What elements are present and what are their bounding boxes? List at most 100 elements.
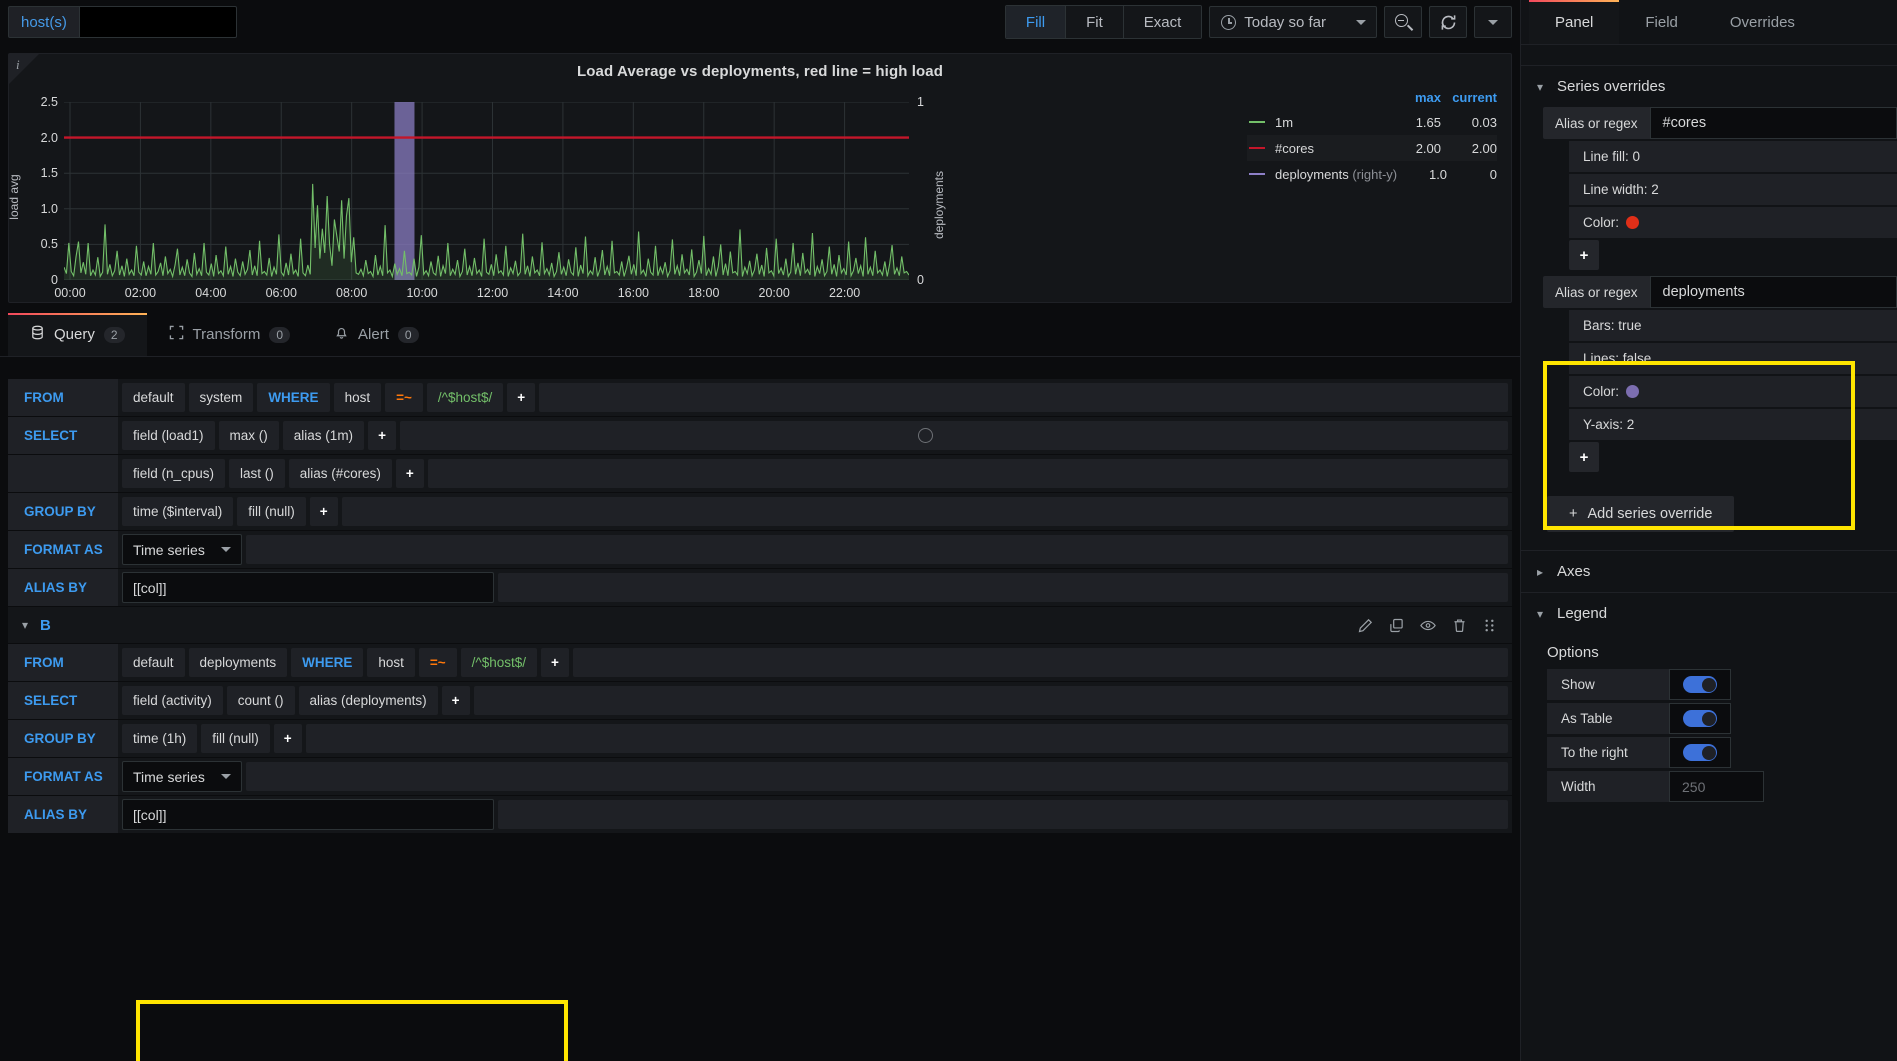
- fit-button[interactable]: Fit: [1066, 6, 1124, 38]
- query-segment[interactable]: /^$host$/: [460, 648, 538, 677]
- query-segment[interactable]: fill (null): [237, 497, 306, 526]
- toggle-to-the-right[interactable]: [1683, 744, 1717, 761]
- add-segment-button[interactable]: +: [309, 497, 338, 526]
- query-segment[interactable]: alias (1m): [282, 421, 365, 450]
- query-segment[interactable]: max (): [218, 421, 279, 450]
- legend-color-swatch[interactable]: [1249, 147, 1265, 149]
- toggle-show[interactable]: [1683, 676, 1717, 693]
- color-swatch-icon[interactable]: [1626, 385, 1640, 398]
- legend-color-swatch[interactable]: [1249, 121, 1265, 123]
- alias-by-label: ALIAS BY: [8, 569, 118, 606]
- format-as-select[interactable]: Time series: [122, 761, 242, 792]
- query-segment[interactable]: /^$host$/: [426, 383, 504, 412]
- section-legend[interactable]: ▾ Legend: [1521, 592, 1897, 634]
- override-option[interactable]: Lines: false: [1569, 343, 1897, 374]
- trash-icon[interactable]: [1452, 618, 1467, 633]
- query-row-fields: field (load1) max () alias (1m) +: [118, 417, 1512, 454]
- tab-panel[interactable]: Panel: [1529, 0, 1620, 44]
- query-segment[interactable]: alias (deployments): [298, 686, 438, 715]
- override-option-label: Bars: true: [1583, 318, 1642, 333]
- add-segment-button[interactable]: +: [273, 724, 302, 753]
- fill-button[interactable]: Fill: [1005, 6, 1067, 38]
- tab-transform[interactable]: Transform 0: [147, 313, 312, 356]
- add-segment-button[interactable]: +: [507, 383, 536, 412]
- variable-value-input[interactable]: [78, 6, 237, 38]
- override-option[interactable]: Color:: [1569, 207, 1897, 238]
- legend-row[interactable]: deployments (right-y) 1.0 0: [1247, 161, 1497, 187]
- override-option[interactable]: Bars: true: [1569, 310, 1897, 341]
- add-segment-button[interactable]: +: [541, 648, 569, 677]
- color-swatch-icon[interactable]: [1626, 216, 1640, 229]
- toggle-as-table[interactable]: [1683, 710, 1717, 727]
- override-option-label: Y-axis: 2: [1583, 417, 1635, 432]
- override-option[interactable]: Line fill: 0: [1569, 141, 1897, 172]
- add-segment-button[interactable]: +: [368, 421, 396, 450]
- add-segment-button[interactable]: +: [441, 686, 470, 715]
- query-segment[interactable]: =~: [385, 383, 423, 412]
- alias-by-input[interactable]: [[col]]: [122, 572, 494, 603]
- add-segment-button[interactable]: +: [395, 459, 424, 488]
- query-segment[interactable]: time ($interval): [122, 497, 234, 526]
- section-series-overrides[interactable]: ▾ Series overrides: [1521, 65, 1897, 107]
- query-segment[interactable]: time (1h): [122, 724, 198, 753]
- query-segment[interactable]: WHERE: [257, 383, 330, 412]
- query-segment[interactable]: host: [367, 648, 415, 677]
- info-icon[interactable]: i: [16, 57, 20, 73]
- refresh-button[interactable]: [1429, 6, 1467, 38]
- override-option[interactable]: Color:: [1569, 376, 1897, 407]
- duplicate-icon[interactable]: [1389, 618, 1404, 633]
- query-ref-id[interactable]: B: [40, 617, 51, 634]
- legend-width-input[interactable]: 250: [1669, 771, 1764, 802]
- legend-color-swatch[interactable]: [1249, 173, 1265, 175]
- tab-overrides[interactable]: Overrides: [1704, 0, 1821, 44]
- plot-canvas[interactable]: 0 0.5 1.0 1.5 2.0 2.5 0 1: [41, 95, 924, 287]
- tab-field[interactable]: Field: [1619, 0, 1704, 44]
- query-segment[interactable]: field (activity): [122, 686, 223, 715]
- query-segment[interactable]: default: [122, 383, 185, 412]
- legend-row[interactable]: 1m 1.65 0.03: [1247, 109, 1497, 135]
- query-segment[interactable]: fill (null): [201, 724, 270, 753]
- edit-icon[interactable]: [1358, 618, 1373, 633]
- override-alias-input[interactable]: deployments: [1649, 276, 1897, 308]
- override-alias-input[interactable]: #cores: [1649, 107, 1897, 139]
- add-override-option-button[interactable]: +: [1569, 240, 1599, 270]
- section-axes[interactable]: ▸ Axes: [1521, 550, 1897, 592]
- add-series-override-button[interactable]: + Add series override: [1547, 496, 1735, 532]
- query-segment[interactable]: alias (#cores): [288, 459, 392, 488]
- format-as-row: FORMAT AS Time series: [8, 758, 1512, 795]
- alias-by-input[interactable]: [[col]]: [122, 799, 494, 830]
- query-segment[interactable]: system: [188, 383, 254, 412]
- refresh-interval-dropdown[interactable]: [1474, 6, 1512, 38]
- legend-series-name[interactable]: #cores: [1275, 141, 1385, 156]
- query-segment[interactable]: count (): [226, 686, 295, 715]
- chevron-down-icon[interactable]: ▾: [22, 618, 28, 632]
- legend-col-current[interactable]: current: [1441, 90, 1497, 105]
- tab-alert[interactable]: Alert 0: [312, 313, 441, 356]
- legend-current-value: 0.03: [1471, 114, 1497, 130]
- time-range-picker[interactable]: Today so far: [1209, 6, 1377, 38]
- add-override-option-button[interactable]: +: [1569, 442, 1599, 472]
- legend-row[interactable]: #cores 2.00 2.00: [1247, 135, 1497, 161]
- override-option[interactable]: Y-axis: 2: [1569, 409, 1897, 440]
- legend-series-name[interactable]: 1m: [1275, 115, 1385, 130]
- format-as-select[interactable]: Time series: [122, 534, 242, 565]
- query-segment[interactable]: field (load1): [122, 421, 215, 450]
- tab-query[interactable]: Query 2: [8, 313, 147, 356]
- legend-series-name[interactable]: deployments (right-y): [1275, 167, 1397, 182]
- query-segment[interactable]: default: [122, 648, 185, 677]
- override-option[interactable]: Line width: 2: [1569, 174, 1897, 205]
- query-segment[interactable]: last (): [229, 459, 285, 488]
- query-segment[interactable]: deployments: [188, 648, 288, 677]
- exact-button[interactable]: Exact: [1123, 6, 1202, 38]
- zoom-out-button[interactable]: [1384, 6, 1422, 38]
- legend-col-max[interactable]: max: [1385, 90, 1441, 105]
- eye-icon[interactable]: [1420, 618, 1436, 633]
- query-segment[interactable]: WHERE: [291, 648, 364, 677]
- tab-transform-label: Transform: [192, 326, 261, 343]
- top-toolbar: host(s) Fill Fit Exact Today so far: [0, 0, 1520, 44]
- query-segment[interactable]: host: [333, 383, 382, 412]
- drag-handle-icon[interactable]: [1483, 618, 1496, 633]
- query-segment[interactable]: =~: [418, 648, 457, 677]
- tab-alert-count: 0: [397, 326, 419, 343]
- query-segment[interactable]: field (n_cpus): [122, 459, 226, 488]
